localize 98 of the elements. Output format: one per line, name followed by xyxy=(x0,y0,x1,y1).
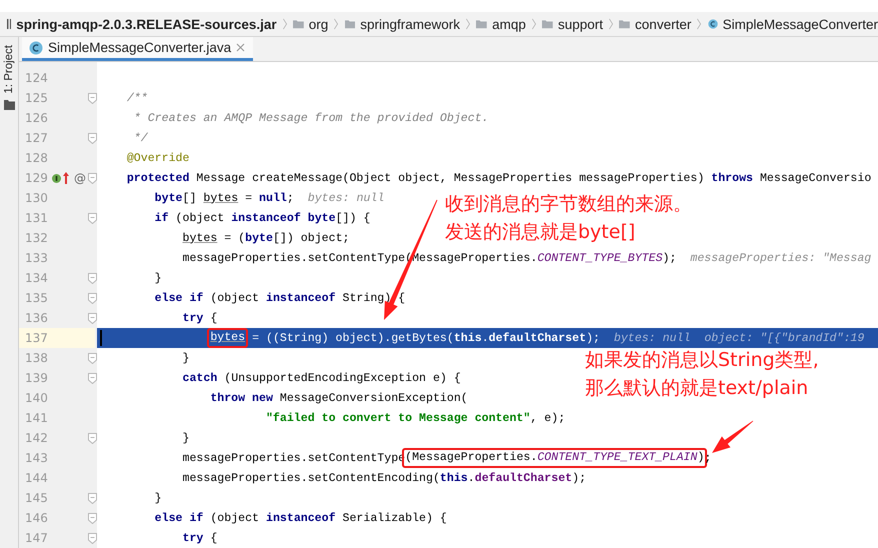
breadcrumb-item[interactable]: converter xyxy=(635,16,692,32)
override-mark[interactable]: @ xyxy=(74,171,86,185)
breadcrumb-item[interactable]: support xyxy=(558,16,603,32)
chevron-icon xyxy=(608,16,614,32)
line-number: 140 xyxy=(24,390,49,407)
code-line: @Override xyxy=(126,152,190,164)
fold-marker-icon[interactable] xyxy=(88,352,97,364)
breadcrumb-item[interactable]: amqp xyxy=(492,16,526,32)
line-number: 133 xyxy=(24,250,49,267)
code-line: else if (object instanceof Serializable) { xyxy=(154,512,447,524)
breadcrumb-item[interactable]: springframework xyxy=(360,16,460,32)
line-number: 138 xyxy=(24,350,49,367)
code-line: try { xyxy=(182,532,218,544)
inline-value-hint: bytes: null xyxy=(308,192,384,204)
folder-icon xyxy=(476,18,488,30)
breadcrumb-item[interactable]: org xyxy=(308,16,328,32)
breadcrumb-item[interactable]: spring-amqp-2.0.3.RELEASE-sources.jar xyxy=(16,16,277,32)
code-line: } xyxy=(154,492,162,504)
line-number: 147 xyxy=(24,530,49,547)
fold-marker-icon[interactable] xyxy=(88,272,97,284)
line-number: 124 xyxy=(24,70,49,87)
project-tool-tab[interactable]: 1: Project xyxy=(3,45,15,94)
archive-icon xyxy=(7,17,12,31)
fold-marker-icon[interactable] xyxy=(88,432,97,444)
line-number: 139 xyxy=(24,370,49,387)
folder-icon xyxy=(344,18,356,30)
line-number: 142 xyxy=(24,430,49,447)
annotation-text: 那么默认的就是text/plain xyxy=(585,376,810,401)
code-line: byte[] bytes = null; xyxy=(154,192,294,204)
line-number: 130 xyxy=(24,190,49,207)
breadcrumb-item[interactable]: SimpleMessageConverter xyxy=(722,16,878,32)
code-line: * Creates an AMQP Message from the provided Object. xyxy=(134,112,489,124)
implements-icon[interactable] xyxy=(52,174,61,182)
line-number: 135 xyxy=(24,290,49,307)
arrow-drawing xyxy=(712,420,754,453)
fold-marker-icon[interactable] xyxy=(88,512,97,524)
code-line: } xyxy=(182,432,190,444)
line-number: 132 xyxy=(24,230,49,247)
fold-marker-icon[interactable] xyxy=(88,532,97,544)
inline-value-hint: object: "[{"brandId":19 xyxy=(704,332,864,344)
fold-marker-icon[interactable] xyxy=(88,492,97,504)
line-number: 127 xyxy=(24,130,49,147)
editor-tab[interactable]: SimpleMessageConverter.java xyxy=(22,37,254,61)
line-number: 144 xyxy=(24,470,49,487)
folder-icon xyxy=(619,18,630,30)
fold-marker-icon[interactable] xyxy=(88,292,97,304)
annotation-text: 发送的消息就是byte[] xyxy=(445,220,636,245)
fold-marker-icon[interactable] xyxy=(88,212,97,224)
code-line: } xyxy=(154,272,162,284)
chevron-icon xyxy=(282,16,287,32)
text-caret xyxy=(100,330,102,346)
chevron-icon xyxy=(466,16,470,32)
code-line: protected Message createMessage(Object object, MessageProperties messageProperties) throws MessageConversio xyxy=(126,172,872,184)
chevron-icon xyxy=(334,16,338,32)
code-line: "failed to convert to Message content", e); xyxy=(266,412,566,424)
code-line: bytes = (byte[]) object; xyxy=(182,232,350,244)
line-number: 129 xyxy=(24,170,49,187)
line-number: 126 xyxy=(24,110,49,127)
fold-marker-icon[interactable] xyxy=(88,372,97,384)
code-line: else if (object instanceof String) { xyxy=(154,292,406,304)
code-line: /** xyxy=(126,92,148,104)
folder-icon xyxy=(292,18,304,30)
line-number: 131 xyxy=(24,210,49,227)
code-line: */ xyxy=(134,132,148,144)
fold-marker-icon[interactable] xyxy=(88,132,97,144)
up-arrow-icon[interactable] xyxy=(63,172,69,184)
inline-value-hint: bytes: null xyxy=(614,332,690,344)
code-line: throw new MessageConversionException( xyxy=(210,392,468,404)
line-number: 145 xyxy=(24,490,49,507)
line-number: 146 xyxy=(24,510,49,527)
line-number: 143 xyxy=(24,450,49,467)
code-line: try { xyxy=(182,312,218,324)
chevron-icon xyxy=(697,16,702,32)
line-number: 136 xyxy=(24,310,49,327)
line-number: 141 xyxy=(24,410,49,427)
fold-marker-icon[interactable] xyxy=(88,92,97,104)
code-line: } xyxy=(182,352,190,364)
class-icon xyxy=(708,17,718,31)
folder-icon xyxy=(542,18,553,30)
class-icon xyxy=(29,40,43,54)
inline-value-hint: messageProperties: "Messag xyxy=(690,252,872,264)
folder-icon xyxy=(4,100,14,110)
code-line: catch (UnsupportedEncodingException e) { xyxy=(182,372,461,384)
highlighted-code: bytes xyxy=(207,328,248,348)
code-line: = ((String) object).getBytes(this.defaultCharset); xyxy=(251,332,600,344)
fold-marker-icon[interactable] xyxy=(88,172,97,184)
code-line: if (object instanceof byte[]) { xyxy=(154,212,370,224)
code-line: messageProperties.setContentEncoding(this.defaultCharset); xyxy=(182,472,586,484)
annotation-text: 收到消息的字节数组的来源。 xyxy=(445,192,692,217)
close-icon[interactable] xyxy=(236,43,246,52)
annotation-text: 如果发的消息以String类型, xyxy=(585,348,819,373)
highlighted-code: (MessageProperties.CONTENT_TYPE_TEXT_PLAIN) xyxy=(402,448,708,468)
line-number: 134 xyxy=(24,270,49,287)
chevron-icon xyxy=(532,16,536,32)
fold-marker-icon[interactable] xyxy=(88,312,97,324)
line-number: 137 xyxy=(19,328,95,348)
line-number: 128 xyxy=(24,150,49,167)
line-number: 125 xyxy=(24,90,49,107)
